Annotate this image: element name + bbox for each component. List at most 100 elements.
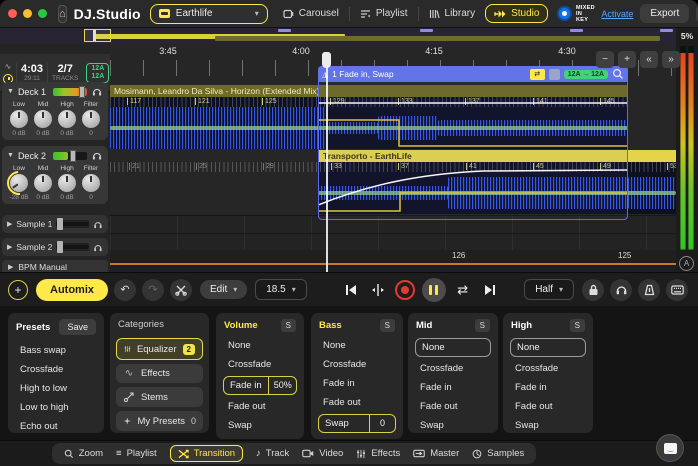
mid-option[interactable]: Crossfade <box>408 359 498 378</box>
nav-library[interactable]: Library <box>421 5 484 22</box>
collapse-chevron-icon[interactable]: ▼ <box>7 152 14 159</box>
sample2-volume-slider[interactable] <box>56 241 90 253</box>
skip-to-start-button[interactable] <box>341 280 361 300</box>
mid-solo-button[interactable]: S <box>474 319 490 332</box>
lock-button[interactable] <box>582 278 604 301</box>
save-preset-button[interactable]: Save <box>59 319 96 335</box>
cue-button[interactable] <box>610 278 632 301</box>
zoom-in-button[interactable]: + <box>618 51 636 68</box>
deck1-high-knob[interactable] <box>58 110 76 128</box>
high-solo-button[interactable]: S <box>569 319 585 332</box>
toolbar-effects[interactable]: Effects <box>356 448 400 459</box>
preset-item[interactable]: Low to high <box>8 398 104 417</box>
playhead-handle[interactable] <box>322 52 331 68</box>
deck2-high-knob[interactable] <box>58 174 76 192</box>
nav-playlist[interactable]: Playlist <box>352 5 416 22</box>
autogain-button[interactable]: A <box>679 256 694 271</box>
bass-option-value[interactable]: 0 <box>369 415 395 432</box>
nudge-left-button[interactable]: « <box>640 51 658 68</box>
mid-option[interactable]: Fade out <box>408 397 498 416</box>
transition-header[interactable]: ◮ 1 Fade in, Swap ⇄ 12A → 12A <box>318 66 628 82</box>
deck1-track-title[interactable]: Mosimann, Leandro Da Silva - Horizon (Ex… <box>110 85 628 97</box>
loop-button[interactable]: ⇄ <box>453 280 473 300</box>
speed-dropdown[interactable]: Half ▾ <box>524 279 574 300</box>
close-window-button[interactable] <box>8 9 17 18</box>
keyboard-shortcuts-button[interactable] <box>666 278 688 301</box>
deck1-low-knob[interactable] <box>10 110 28 128</box>
metronome-button[interactable] <box>638 278 660 301</box>
volume-option[interactable]: Fade out <box>216 397 304 416</box>
bass-option[interactable]: Fade in <box>311 374 403 393</box>
headphones-icon[interactable] <box>91 86 103 97</box>
high-option[interactable]: Fade out <box>503 397 593 416</box>
bass-option[interactable]: Fade out <box>311 393 403 412</box>
activate-link[interactable]: Activate <box>601 9 633 19</box>
mixed-in-key[interactable]: MIXED IN KEY Activate <box>557 5 633 23</box>
edit-dropdown[interactable]: Edit ▾ <box>200 280 248 299</box>
pause-button[interactable] <box>421 277 446 302</box>
transition-length-dropdown[interactable]: 18.5 ▾ <box>255 279 307 300</box>
toolbar-video[interactable]: Video <box>302 448 343 459</box>
mix-overview-minimap[interactable] <box>0 28 698 44</box>
sample1-volume-slider[interactable] <box>56 218 90 230</box>
headphones-icon[interactable] <box>93 242 103 253</box>
nudge-right-button[interactable]: » <box>662 51 680 68</box>
category-equalizer[interactable]: Equalizer 2 <box>116 338 203 360</box>
volume-option[interactable]: Crossfade <box>216 355 304 374</box>
skip-to-end-button[interactable] <box>480 280 500 300</box>
zoom-out-button[interactable]: − <box>596 51 614 68</box>
export-button[interactable]: Export <box>640 4 690 23</box>
toolbar-transition[interactable]: Transition <box>169 445 244 462</box>
project-selector[interactable]: Earthlife ▾ <box>149 3 268 24</box>
undo-button[interactable]: ↶ <box>114 278 136 301</box>
toolbar-track[interactable]: ♪ Track <box>256 448 289 459</box>
split-at-playhead-button[interactable] <box>368 280 388 300</box>
minimize-window-button[interactable] <box>23 9 32 18</box>
time-ruler[interactable]: 3:45 4:00 4:15 4:30 <box>110 44 676 60</box>
mid-option[interactable]: Fade in <box>408 378 498 397</box>
category-my-presets[interactable]: My Presets 0 <box>116 411 203 431</box>
high-option[interactable]: Swap <box>503 416 593 435</box>
redo-button[interactable]: ↷ <box>142 278 164 301</box>
sample-lanes[interactable] <box>110 215 676 250</box>
toolbar-playlist[interactable]: ≡ Playlist <box>116 448 157 459</box>
headphones-icon[interactable] <box>93 219 103 230</box>
volume-option[interactable]: None <box>216 336 304 355</box>
category-stems[interactable]: Stems <box>116 387 203 407</box>
transition-list-button[interactable] <box>548 68 560 80</box>
deck2-track-title[interactable]: Transporto - EarthLife <box>318 150 676 162</box>
transition-swap-button[interactable]: ⇄ <box>529 68 545 80</box>
category-effects[interactable]: ∿ Effects <box>116 364 203 383</box>
deck2-level-meter[interactable] <box>53 149 87 162</box>
magnifier-icon[interactable] <box>612 68 624 80</box>
deck1-automation-curves[interactable] <box>318 100 628 150</box>
deck2-filter-knob[interactable] <box>82 174 100 192</box>
volume-solo-button[interactable]: S <box>280 319 296 332</box>
high-option[interactable]: Fade in <box>503 378 593 397</box>
headphones-icon[interactable] <box>91 150 103 161</box>
toolbar-samples[interactable]: Samples <box>472 448 524 459</box>
deck2-mid-knob[interactable] <box>34 174 52 192</box>
automix-button[interactable]: Automix <box>36 278 108 301</box>
collapse-chevron-icon[interactable]: ▼ <box>7 88 14 95</box>
nav-studio[interactable]: Studio <box>485 4 549 23</box>
bass-option[interactable]: None <box>311 336 403 355</box>
deck1-mid-knob[interactable] <box>34 110 52 128</box>
toolbar-master[interactable]: Master <box>413 448 459 459</box>
preset-item[interactable]: High to low <box>8 379 104 398</box>
volume-option[interactable]: Swap <box>216 416 304 435</box>
preset-item[interactable]: Echo out <box>8 417 104 436</box>
zoom-window-button[interactable] <box>38 9 47 18</box>
bpm-lane[interactable]: 126 125 <box>110 250 676 272</box>
preset-item[interactable]: Bass swap <box>8 341 104 360</box>
volume-option-selected[interactable]: Fade in 50% <box>223 376 297 395</box>
home-button[interactable]: ⌂ <box>58 4 67 23</box>
record-button[interactable] <box>394 279 415 300</box>
deck1-level-meter[interactable] <box>53 85 87 98</box>
deck2-automation-curves[interactable] <box>318 163 628 215</box>
preset-item[interactable]: Crossfade <box>8 360 104 379</box>
bass-option[interactable]: Crossfade <box>311 355 403 374</box>
bass-option-selected[interactable]: Swap 0 <box>318 414 396 433</box>
split-button[interactable] <box>170 278 192 301</box>
toolbar-zoom[interactable]: Zoom <box>64 448 103 459</box>
